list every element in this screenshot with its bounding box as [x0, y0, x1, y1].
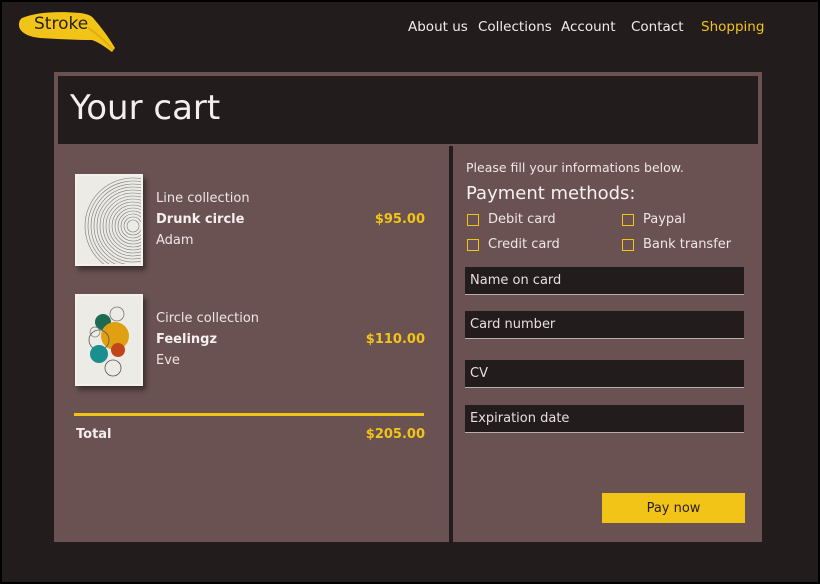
method-label: Paypal: [643, 212, 686, 227]
total-value: $205.00: [365, 427, 425, 442]
nav-about-us[interactable]: About us: [408, 19, 468, 35]
main-nav: About us Collections Account Contact Sho…: [0, 19, 816, 39]
method-label: Debit card: [488, 212, 556, 227]
colored-circles-artwork-icon: [77, 296, 141, 384]
name-on-card-field[interactable]: [465, 267, 744, 295]
method-label: Bank transfer: [643, 237, 732, 252]
item-collection: Circle collection: [156, 311, 260, 326]
method-label: Credit card: [488, 237, 560, 252]
item-image-feelingz[interactable]: [75, 294, 143, 386]
page-title: Your cart: [70, 88, 221, 128]
nav-collections[interactable]: Collections: [478, 19, 552, 35]
checkbox-icon[interactable]: [467, 214, 479, 226]
item-artist: Adam: [156, 233, 194, 248]
item-name[interactable]: Feelingz: [156, 332, 217, 347]
item-artist: Eve: [156, 353, 180, 368]
total-label: Total: [76, 427, 112, 442]
total-divider: [74, 413, 424, 416]
payment-methods-title: Payment methods:: [466, 183, 636, 204]
item-collection: Line collection: [156, 191, 250, 206]
concentric-lines-artwork-icon: [77, 176, 141, 264]
checkbox-icon[interactable]: [622, 214, 634, 226]
pay-now-button[interactable]: Pay now: [602, 493, 745, 523]
checkbox-icon[interactable]: [622, 239, 634, 251]
item-image-drunk-circle[interactable]: [75, 174, 143, 266]
nav-account[interactable]: Account: [561, 19, 616, 35]
column-divider: [449, 146, 453, 544]
item-price: $110.00: [365, 332, 425, 347]
nav-shopping[interactable]: Shopping: [701, 19, 764, 35]
nav-contact[interactable]: Contact: [631, 19, 684, 35]
cart-header: Your cart: [58, 76, 758, 144]
checkbox-icon[interactable]: [467, 239, 479, 251]
expiration-date-field[interactable]: [465, 405, 744, 433]
card-number-field[interactable]: [465, 311, 744, 339]
cv-field[interactable]: [465, 360, 744, 388]
payment-hint: Please fill your informations below.: [466, 160, 684, 175]
item-price: $95.00: [374, 212, 425, 227]
item-name[interactable]: Drunk circle: [156, 212, 244, 227]
